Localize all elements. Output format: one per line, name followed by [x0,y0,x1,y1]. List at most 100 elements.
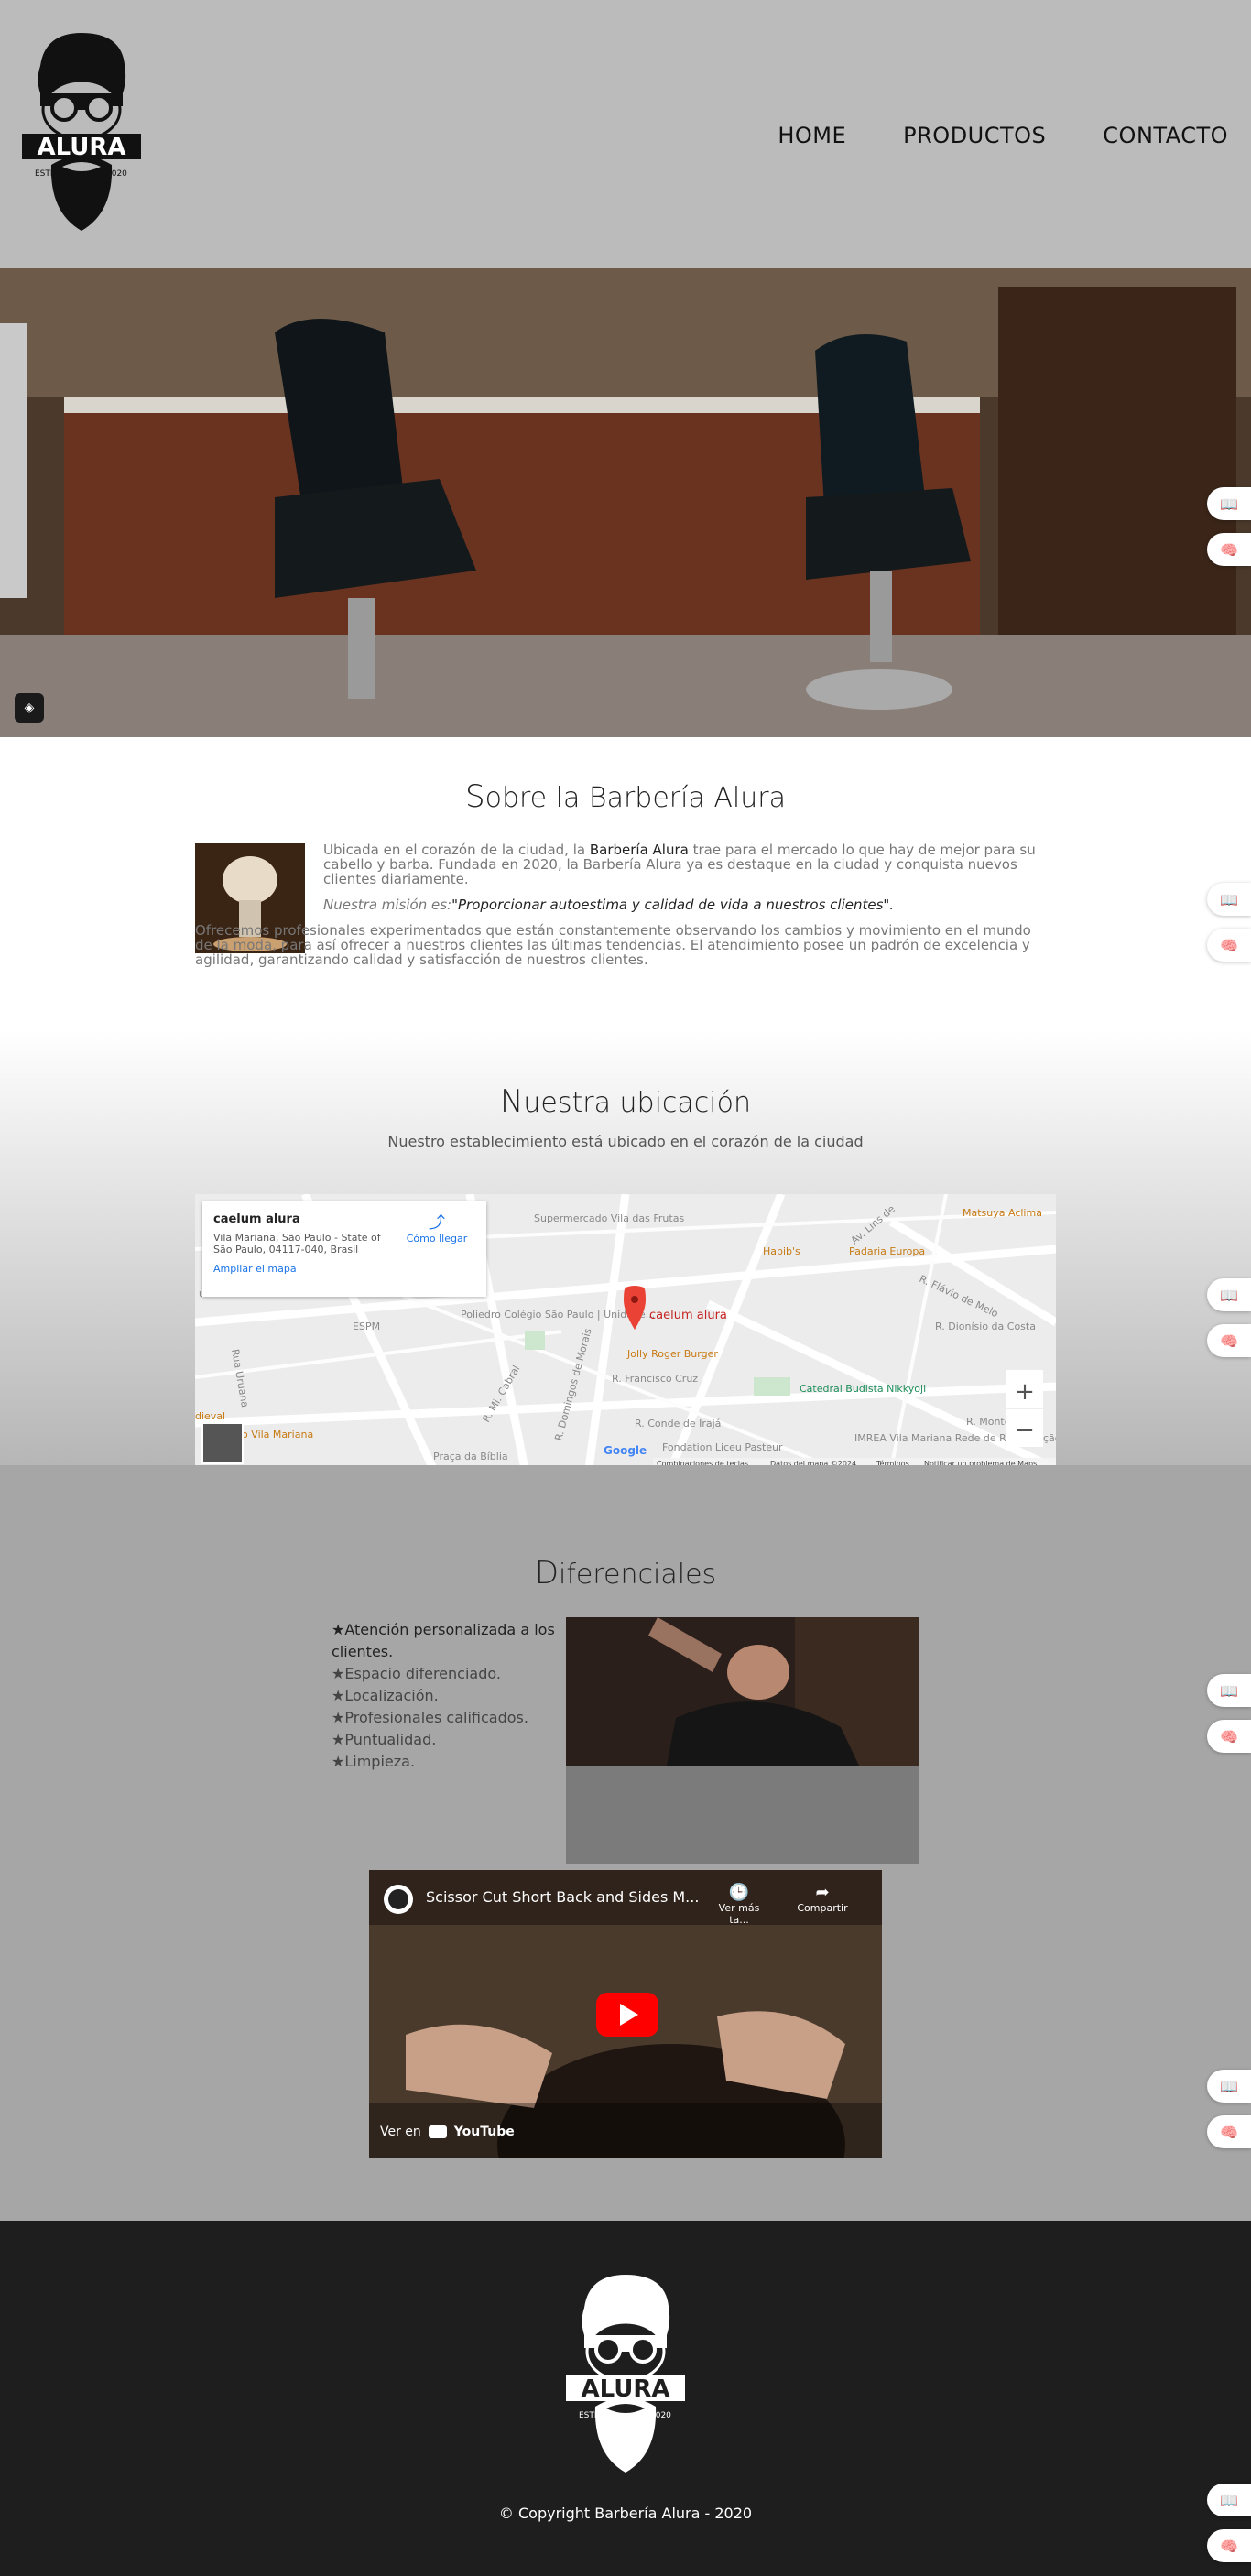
location-title: Nuestra ubicación [0,1083,1251,1120]
brain-icon: 🧠 [1220,936,1238,954]
share-button[interactable]: ➦ Compartir [790,1883,854,1914]
about-mission-label: Nuestra misión es: [323,897,452,913]
svg-text:Google: Google [604,1444,647,1457]
directions-icon: ⤴ [429,1213,445,1233]
watch-on-label: Ver en [380,2125,421,2139]
map-directions-button[interactable]: ⤴ Cómo llegar [400,1214,473,1245]
diferencial-item: ★Espacio diferenciado. [332,1665,501,1682]
side-reader-button[interactable]: 📖 [1207,1278,1251,1311]
book-icon: 📖 [1220,495,1238,513]
diferencial-item: ★Limpieza. [332,1753,416,1770]
location-title-rest: uestra ubicación [523,1087,752,1119]
youtube-video-embed[interactable]: Scissor Cut Short Back and Sides M... 🕒 … [369,1870,882,2158]
book-icon: 📖 [1220,890,1238,908]
map-label-espm: ESPM [353,1321,380,1332]
side-assistant-button[interactable]: 🧠 [1207,1324,1251,1357]
diferenciales-title-rest: iferenciales [559,1559,717,1591]
map-label-dieval: dieval [195,1410,225,1422]
book-icon: 📖 [1220,1286,1238,1304]
map-label-francisco: R. Francisco Cruz [612,1373,698,1385]
side-reader-button[interactable]: 📖 [1207,487,1251,520]
brain-icon: 🧠 [1220,540,1238,559]
brain-icon: 🧠 [1220,1727,1238,1745]
about-mission: Nuestra misión es:"Proporcionar autoesti… [195,897,1039,912]
main-nav: HOME PRODUCTOS CONTACTO [778,123,1228,148]
nav-productos-link[interactable]: PRODUCTOS [903,123,1046,148]
about-title-first: S [465,778,485,815]
map-label-padaria: Padaria Europa [849,1245,925,1257]
clock-icon: 🕒 [728,1883,750,1902]
book-icon: 📖 [1220,2077,1238,2095]
about-title: Sobre la Barbería Alura [195,778,1056,815]
diferencial-item: ★Atención personalizada a los clientes. [332,1621,555,1660]
about-section: Sobre la Barbería Alura Ubicada en el co… [195,751,1056,1030]
about-paragraph-3: Ofrecemos profesionales experimentados q… [195,922,1031,968]
map-enlarge-link[interactable]: Ampliar el mapa [213,1263,475,1275]
about-paragraph-1: Ubicada en el corazón de la ciudad, la B… [195,842,1039,886]
about-title-rest: obre la Barbería Alura [484,782,786,814]
youtube-play-icon [428,2125,447,2138]
side-assistant-button[interactable]: 🧠 [1207,533,1251,566]
diferenciales-title-first: D [534,1555,560,1592]
brain-icon: 🧠 [1220,1331,1238,1350]
book-icon: 📖 [1220,2491,1238,2509]
map-label-conde: R. Conde de Irajá [635,1418,721,1429]
about-mission-quote: "Proporcionar autoestima y calidad de vi… [451,897,895,913]
side-reader-button[interactable]: 📖 [1207,883,1251,916]
map-label-monte: R. Monte [966,1416,1011,1428]
side-assistant-button[interactable]: 🧠 [1207,929,1251,962]
side-assistant-button[interactable]: 🧠 [1207,2529,1251,2562]
map-label-supermercado: Supermercado Vila das Frutas [534,1212,684,1224]
barber-shaving-image [566,1617,919,1766]
map-zoom-out-button[interactable]: − [1015,1417,1035,1444]
diferencial-item: ★Puntualidad. [332,1731,437,1748]
diferenciales-list: ★Atención personalizada a los clientes. … [332,1619,560,1773]
map-place-card: caelum alura Vila Mariana, São Paulo - S… [202,1201,486,1297]
map-label-matsuya: Matsuya Aclima [963,1207,1042,1219]
footer-alura-logo: ALURA ESTD 2020 [566,2271,685,2476]
map-label-dionisio: R. Dionísio da Costa [935,1321,1036,1332]
map-label-jolly: Jolly Roger Burger [626,1348,718,1360]
side-reader-button[interactable]: 📖 [1207,1674,1251,1707]
brain-icon: 🧠 [1220,2123,1238,2141]
nav-home-link[interactable]: HOME [778,123,846,148]
map-label-catedral: Catedral Budista Nikkyoji [800,1383,926,1395]
share-icon: ➦ [815,1883,830,1902]
map-directions-label: Cómo llegar [406,1233,468,1245]
video-title[interactable]: Scissor Cut Short Back and Sides M... [426,1888,699,1906]
copyright-text: © Copyright Barbería Alura - 2020 [498,2505,753,2522]
book-icon: 📖 [1220,1681,1238,1700]
watch-later-button[interactable]: 🕒 Ver más ta... [710,1883,768,1926]
youtube-label: YouTube [453,2125,515,2139]
map-address-line1: Vila Mariana, São Paulo - State of [213,1232,381,1244]
side-assistant-button[interactable]: 🧠 [1207,2115,1251,2148]
nav-contacto-link[interactable]: CONTACTO [1103,123,1228,148]
image-tool-badge-icon[interactable]: ◈ [15,693,44,723]
site-header: ALURA ESTD 2020 HOME PRODUCTOS CONTACTO [0,0,1251,268]
share-label: Compartir [797,1902,848,1914]
diferenciales-title: Diferenciales [0,1555,1251,1592]
map-label-vila-mariana: jo Vila Mariana [238,1429,313,1440]
hero-banner-image [0,268,1251,737]
location-subtitle: Nuestro establecimiento está ubicado en … [387,1133,864,1150]
diferencial-item: ★Profesionales calificados. [332,1709,528,1726]
site-footer: ALURA ESTD 2020 [0,2221,1251,2576]
side-reader-button[interactable]: 📖 [1207,2070,1251,2103]
about-text: Ubicada en el corazón de la ciudad, la B… [195,842,1039,978]
map-label-habibs: Habib's [763,1245,800,1257]
diferencial-item: ★Localización. [332,1687,439,1704]
image-shadow [566,1766,919,1864]
map-address-line2: São Paulo, 04117-040, Brasil [213,1244,359,1255]
alura-logo[interactable]: ALURA ESTD 2020 [22,29,141,234]
side-reader-button[interactable]: 📖 [1207,2484,1251,2516]
map-pin-label: caelum alura [649,1309,727,1322]
map-label-liceu: Fondation Liceu Pasteur [662,1441,783,1453]
watch-on-youtube-link[interactable]: Ver en YouTube [380,2125,515,2139]
watch-later-label: Ver más ta... [718,1902,760,1926]
map-label-praca: Praça da Bíblia [433,1451,508,1462]
brain-icon: 🧠 [1220,2537,1238,2555]
location-title-first: N [499,1083,524,1120]
embedded-map[interactable]: Supermercado Vila das Frutas Av. Lins de… [195,1194,1056,1469]
map-zoom-in-button[interactable]: + [1015,1378,1035,1406]
side-assistant-button[interactable]: 🧠 [1207,1720,1251,1753]
